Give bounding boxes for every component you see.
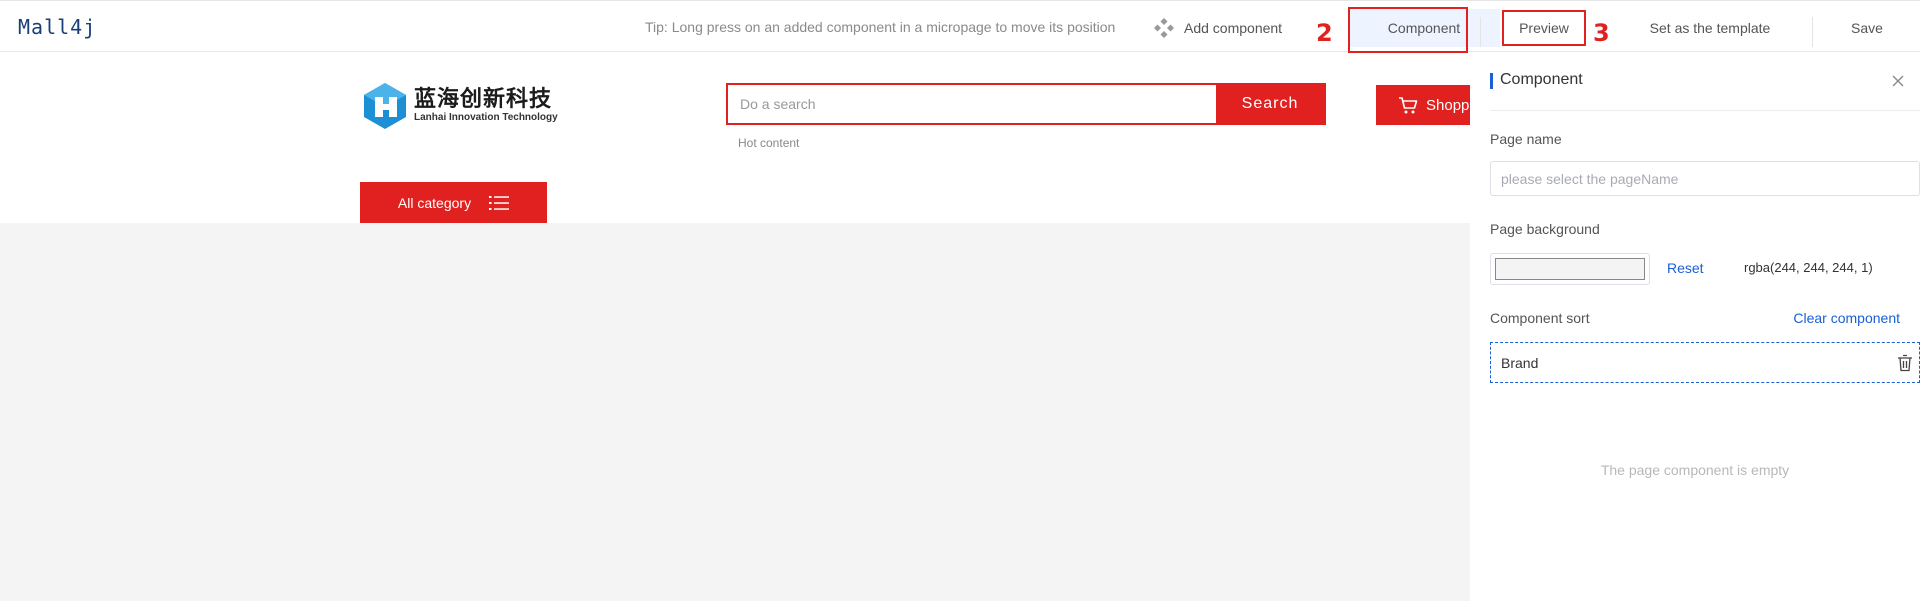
shopping-cart-label: Shopping: [1426, 96, 1470, 114]
component-highlight-box: [1348, 7, 1468, 53]
close-icon[interactable]: [1888, 71, 1908, 91]
component-sort-label: Component sort: [1490, 310, 1590, 326]
page-background-label: Page background: [1490, 221, 1600, 237]
brand-name-en: Lanhai Innovation Technology: [414, 112, 558, 123]
brand-logo-icon: [364, 83, 406, 129]
all-category-label: All category: [397, 194, 472, 211]
page-preview-canvas: 蓝海创新科技 Lanhai Innovation Technology Sear…: [0, 53, 1470, 601]
page-name-label: Page name: [1490, 131, 1562, 147]
search-input[interactable]: [728, 85, 1216, 123]
background-color-value: rgba(244, 244, 244, 1): [1744, 260, 1873, 275]
list-icon: [489, 195, 510, 210]
hot-content-label[interactable]: Hot content: [738, 136, 799, 150]
four-diamond-icon: [1154, 18, 1174, 38]
toolbar-divider: [1480, 17, 1481, 47]
panel-title: Component: [1500, 71, 1583, 88]
preview-header: 蓝海创新科技 Lanhai Innovation Technology Sear…: [0, 53, 1470, 223]
trash-icon[interactable]: [1897, 354, 1913, 372]
clear-component-button[interactable]: Clear component: [1793, 310, 1900, 326]
page-name-select[interactable]: [1490, 161, 1920, 196]
editor-app: Mall4j Tip: Long press on an added compo…: [0, 0, 1920, 601]
set-template-button[interactable]: Set as the template: [1640, 9, 1780, 47]
annotation-marker-3: 3: [1593, 19, 1610, 47]
top-toolbar: Mall4j Tip: Long press on an added compo…: [0, 0, 1920, 53]
preview-highlight-box: [1502, 10, 1586, 46]
add-component-label: Add component: [1184, 20, 1283, 36]
app-logo[interactable]: Mall4j: [18, 15, 96, 39]
panel-title-accent: [1490, 73, 1493, 89]
toolbar-divider: [1812, 17, 1813, 47]
search-button[interactable]: Search: [1216, 85, 1324, 123]
empty-component-note: The page component is empty: [1600, 462, 1790, 478]
add-component-button[interactable]: Add component: [1154, 17, 1282, 39]
reset-background-button[interactable]: Reset: [1667, 260, 1704, 276]
brand-name-cn: 蓝海创新科技: [414, 87, 553, 112]
panel-divider: [1490, 110, 1920, 111]
background-color-swatch: [1495, 258, 1645, 280]
component-config-panel: Component Page name Page background Rese…: [1470, 53, 1920, 601]
search-box: Search: [726, 83, 1326, 125]
save-button[interactable]: Save: [1832, 9, 1902, 47]
cart-icon: [1399, 97, 1418, 114]
background-color-picker[interactable]: [1490, 253, 1650, 285]
toolbar-tip: Tip: Long press on an added component in…: [645, 19, 1116, 35]
shopping-cart-button[interactable]: Shopping: [1376, 85, 1470, 125]
annotation-marker-2: 2: [1316, 19, 1333, 47]
sort-item-label: Brand: [1501, 354, 1539, 371]
all-category-button[interactable]: All category: [360, 182, 547, 223]
sort-item-brand[interactable]: Brand: [1490, 342, 1920, 383]
